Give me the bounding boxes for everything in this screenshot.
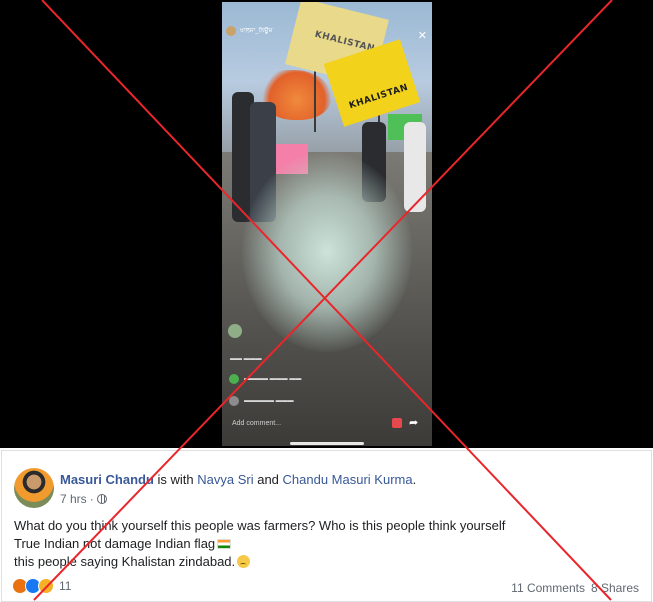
fake-news-cross-overlay bbox=[33, 0, 613, 601]
